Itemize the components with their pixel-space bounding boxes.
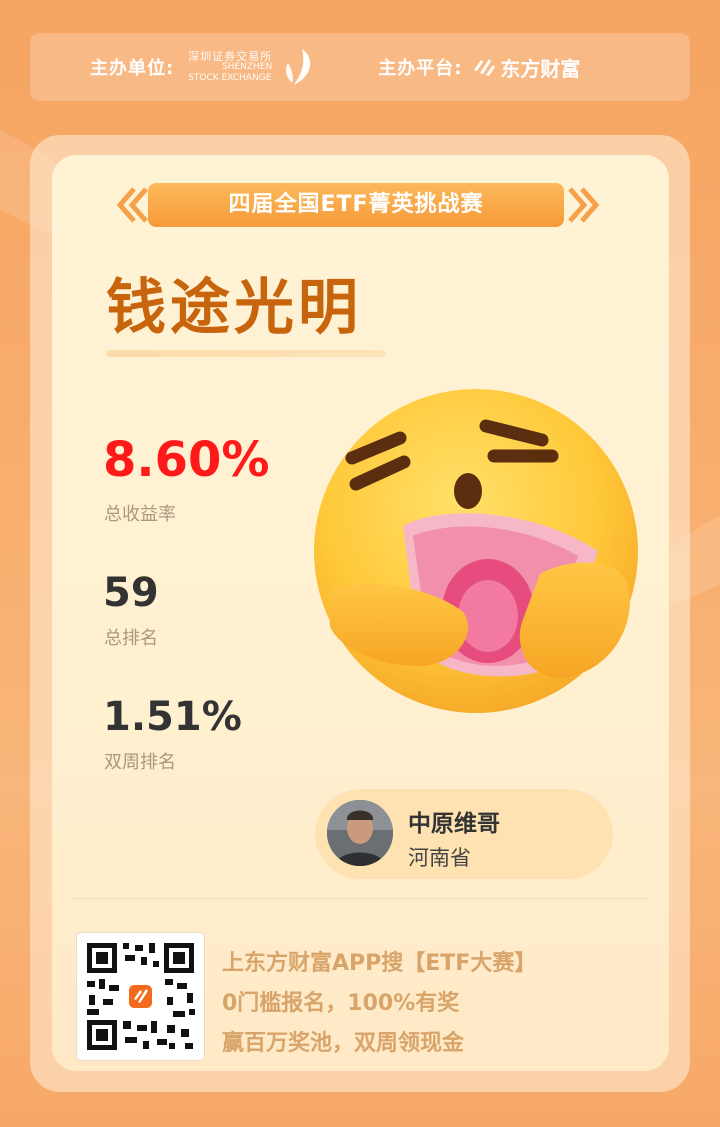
promo-line-2: 0门槛报名，100%有奖 [222,991,460,1016]
money-hug-emoji-icon [314,389,638,713]
promo-line-1: 上东方财富APP搜【ETF大赛】 [222,951,537,976]
total-return-value: 8.60% [103,432,270,488]
szse-leaf-logo-icon [286,49,311,85]
chevron-right-icon [568,187,600,223]
total-return-label: 总收益率 [104,504,176,525]
avatar [327,800,393,866]
platform-label: 主办平台: [378,58,463,79]
szse-name-cn: 深圳证券交易所 [188,49,273,63]
user-region: 河南省 [408,846,471,870]
szse-logo: 深圳证券交易所 SHENZHEN STOCK EXCHANGE [188,47,316,87]
competition-banner: 四届全国ETF菁英挑战赛 [148,183,564,227]
biweekly-rank-value: 1.51% [103,694,242,740]
host-label: 主办单位: [90,58,175,79]
qr-code[interactable] [77,933,204,1060]
szse-name-en2: STOCK EXCHANGE [188,72,272,83]
total-rank-label: 总排名 [104,628,158,649]
user-name: 中原维哥 [408,811,500,837]
platform-name: 东方财富 [500,56,581,81]
title-underline [106,350,386,357]
chevron-left-icon [116,187,148,223]
page-title: 钱途光明 [106,273,362,343]
sponsor-bar: 主办单位: 深圳证券交易所 SHENZHEN STOCK EXCHANGE 主办… [30,33,690,101]
qr-code-icon [87,943,195,1050]
eastmoney-logo-icon [474,59,496,76]
szse-name-en1: SHENZHEN [221,61,273,72]
biweekly-rank-label: 双周排名 [104,752,176,773]
total-rank-value: 59 [103,570,159,616]
avatar-photo [327,800,393,866]
eastmoney-logo: 东方财富 [472,53,580,82]
promo-line-3: 赢百万奖池，双周领现金 [222,1031,465,1056]
divider [72,898,648,899]
